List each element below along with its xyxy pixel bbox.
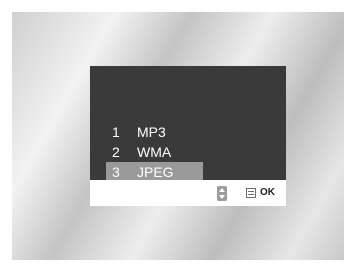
- file-type-menu: 1 MP3 2 WMA 3 JPEG: [90, 122, 286, 182]
- menu-item-label: JPEG: [137, 164, 174, 180]
- menu-item-mp3[interactable]: 1 MP3: [106, 122, 203, 142]
- menu-item-number: 1: [112, 124, 120, 140]
- menu-item-label: MP3: [137, 124, 166, 140]
- ok-label[interactable]: OK: [260, 186, 275, 200]
- menu-item-jpeg[interactable]: 3 JPEG: [106, 162, 203, 182]
- menu-item-number: 2: [112, 144, 120, 160]
- up-down-arrows-icon[interactable]: [217, 186, 227, 201]
- control-hint-bar: OK: [90, 180, 286, 206]
- menu-item-wma[interactable]: 2 WMA: [106, 142, 203, 162]
- osd-screen: 1 MP3 2 WMA 3 JPEG OK: [90, 66, 286, 206]
- enter-icon[interactable]: [246, 188, 256, 198]
- menu-item-number: 3: [112, 164, 120, 180]
- menu-item-label: WMA: [137, 144, 172, 160]
- brushed-metal-frame: 1 MP3 2 WMA 3 JPEG OK: [12, 12, 344, 260]
